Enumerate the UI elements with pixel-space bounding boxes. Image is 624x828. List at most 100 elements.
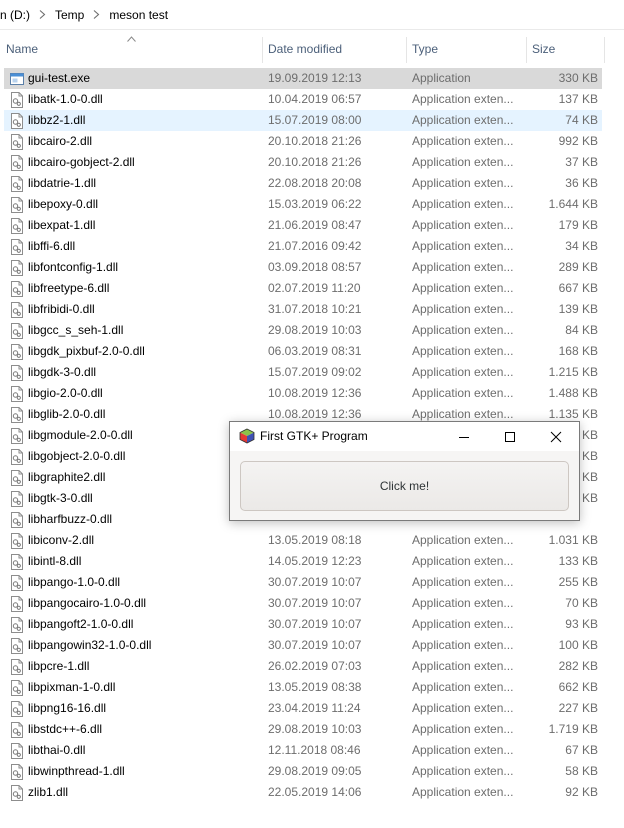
column-header-type[interactable]: Type bbox=[406, 31, 526, 67]
file-date-modified: 21.07.2016 09:42 bbox=[268, 239, 362, 253]
column-divider[interactable] bbox=[604, 37, 605, 63]
file-row[interactable]: libwinpthread-1.dll 29.08.2019 09:05 Appli… bbox=[4, 761, 602, 782]
file-size: 289 KB bbox=[558, 260, 598, 274]
dll-icon bbox=[11, 575, 23, 591]
dll-icon bbox=[11, 533, 23, 549]
chevron-right-icon[interactable] bbox=[93, 10, 100, 19]
file-row[interactable]: libffi-6.dll 21.07.2016 09:42 Application … bbox=[4, 236, 602, 257]
file-type: Application exten... bbox=[412, 785, 514, 799]
file-name: libgobject-2.0-0.dll bbox=[28, 449, 126, 463]
column-header-date[interactable]: Date modified bbox=[262, 31, 406, 67]
file-row[interactable]: libfribidi-0.dll 31.07.2018 10:21 Applicat… bbox=[4, 299, 602, 320]
file-row[interactable]: libthai-0.dll 12.11.2018 08:46 Application… bbox=[4, 740, 602, 761]
file-row[interactable]: libstdc++-6.dll 29.08.2019 10:03 Applicati… bbox=[4, 719, 602, 740]
file-row[interactable]: libcairo-2.dll 20.10.2018 21:26 Applicatio… bbox=[4, 131, 602, 152]
file-row[interactable]: libpango-1.0-0.dll 30.07.2019 10:07 Applic… bbox=[4, 572, 602, 593]
file-name: libintl-8.dll bbox=[28, 554, 82, 568]
dll-icon bbox=[11, 239, 23, 255]
file-row[interactable]: libgio-2.0-0.dll 10.08.2019 12:36 Applicat… bbox=[4, 383, 602, 404]
file-date-modified: 13.05.2019 08:18 bbox=[268, 533, 362, 547]
gtk-window[interactable]: First GTK+ Program Click me! bbox=[229, 421, 580, 521]
file-row[interactable]: libpcre-1.dll 26.02.2019 07:03 Application… bbox=[4, 656, 602, 677]
dll-icon bbox=[11, 764, 23, 780]
column-header-size[interactable]: Size bbox=[526, 31, 604, 67]
minimize-button[interactable] bbox=[441, 422, 487, 451]
file-type: Application exten... bbox=[412, 134, 514, 148]
breadcrumb-temp[interactable]: Temp bbox=[55, 8, 84, 22]
file-row[interactable]: libgdk_pixbuf-2.0-0.dll 06.03.2019 08:31 A… bbox=[4, 341, 602, 362]
file-row[interactable]: libiconv-2.dll 13.05.2019 08:18 Applicatio… bbox=[4, 530, 602, 551]
chevron-right-icon[interactable] bbox=[39, 10, 46, 19]
gtk-titlebar[interactable]: First GTK+ Program bbox=[230, 422, 579, 451]
file-name: libpng16-16.dll bbox=[28, 701, 107, 715]
file-row[interactable]: libatk-1.0-0.dll 10.04.2019 06:57 Applicat… bbox=[4, 89, 602, 110]
dll-icon bbox=[11, 785, 23, 801]
file-date-modified: 22.08.2018 20:08 bbox=[268, 176, 362, 190]
file-date-modified: 03.09.2018 08:57 bbox=[268, 260, 362, 274]
file-name: libgdk-3-0.dll bbox=[28, 365, 97, 379]
file-row[interactable]: libdatrie-1.dll 22.08.2018 20:08 Applicati… bbox=[4, 173, 602, 194]
file-size: 93 KB bbox=[565, 617, 598, 631]
file-row[interactable]: zlib1.dll 22.05.2019 14:06 Application ext… bbox=[4, 782, 602, 803]
breadcrumb-current-folder[interactable]: meson test bbox=[109, 8, 168, 22]
file-type: Application exten... bbox=[412, 617, 514, 631]
file-size: 67 KB bbox=[565, 743, 598, 757]
file-name: libgcc_s_seh-1.dll bbox=[28, 323, 124, 337]
close-button[interactable] bbox=[533, 422, 579, 451]
dll-icon bbox=[11, 302, 23, 318]
file-date-modified: 14.05.2019 12:23 bbox=[268, 554, 362, 568]
file-date-modified: 12.11.2018 08:46 bbox=[268, 743, 361, 757]
file-date-modified: 30.07.2019 10:07 bbox=[268, 617, 362, 631]
file-row[interactable]: gui-test.exe 19.09.2019 12:13 Application 3… bbox=[4, 68, 602, 89]
breadcrumb-drive[interactable]: n (D:) bbox=[0, 8, 30, 22]
file-row[interactable]: libpixman-1-0.dll 13.05.2019 08:38 Applica… bbox=[4, 677, 602, 698]
dll-icon bbox=[11, 449, 23, 465]
file-row[interactable]: libgcc_s_seh-1.dll 29.08.2019 10:03 Applic… bbox=[4, 320, 602, 341]
file-date-modified: 30.07.2019 10:07 bbox=[268, 638, 362, 652]
file-name: libcairo-gobject-2.dll bbox=[28, 155, 135, 169]
file-row[interactable]: libintl-8.dll 14.05.2019 12:23 Application… bbox=[4, 551, 602, 572]
file-name: zlib1.dll bbox=[28, 785, 69, 799]
file-name: libgmodule-2.0-0.dll bbox=[28, 428, 133, 442]
file-row[interactable]: libcairo-gobject-2.dll 20.10.2018 21:26 Ap… bbox=[4, 152, 602, 173]
file-name: libpangocairo-1.0-0.dll bbox=[28, 596, 147, 610]
dll-icon bbox=[11, 197, 23, 213]
file-row[interactable]: libbz2-1.dll 15.07.2019 08:00 Application … bbox=[4, 110, 602, 131]
dll-icon bbox=[11, 92, 23, 108]
file-date-modified: 19.09.2019 12:13 bbox=[268, 71, 362, 85]
file-row[interactable]: libfreetype-6.dll 02.07.2019 11:20 Applica… bbox=[4, 278, 602, 299]
file-size: 179 KB bbox=[558, 218, 598, 232]
file-name: libpcre-1.dll bbox=[28, 659, 90, 673]
file-size: KB bbox=[581, 470, 598, 484]
dll-icon bbox=[11, 428, 23, 444]
file-row[interactable]: libgdk-3-0.dll 15.07.2019 09:02 Applicatio… bbox=[4, 362, 602, 383]
dll-icon bbox=[11, 701, 23, 717]
file-size: 84 KB bbox=[565, 323, 598, 337]
file-size: 92 KB bbox=[565, 785, 598, 799]
file-type: Application exten... bbox=[412, 323, 514, 337]
file-date-modified: 10.08.2019 12:36 bbox=[268, 386, 362, 400]
file-row[interactable]: libepoxy-0.dll 15.03.2019 06:22 Applicatio… bbox=[4, 194, 602, 215]
file-size: 58 KB bbox=[565, 764, 598, 778]
file-size: 1.031 KB bbox=[548, 533, 598, 547]
column-header-name[interactable]: Name bbox=[0, 31, 262, 67]
file-name: libatk-1.0-0.dll bbox=[28, 92, 103, 106]
file-type: Application exten... bbox=[412, 722, 514, 736]
maximize-button[interactable] bbox=[487, 422, 533, 451]
file-row[interactable]: libpng16-16.dll 23.04.2019 11:24 Applicati… bbox=[4, 698, 602, 719]
file-row[interactable]: libpangoft2-1.0-0.dll 30.07.2019 10:07 App… bbox=[4, 614, 602, 635]
file-type: Application exten... bbox=[412, 197, 514, 211]
file-type: Application exten... bbox=[412, 680, 514, 694]
file-type: Application exten... bbox=[412, 260, 514, 274]
file-row[interactable]: libpangocairo-1.0-0.dll 30.07.2019 10:07 A… bbox=[4, 593, 602, 614]
dll-icon bbox=[11, 386, 23, 402]
file-row[interactable]: libpangowin32-1.0-0.dll 30.07.2019 10:07 A… bbox=[4, 635, 602, 656]
file-type: Application exten... bbox=[412, 533, 514, 547]
file-row[interactable]: libfontconfig-1.dll 03.09.2018 08:57 Appli… bbox=[4, 257, 602, 278]
file-size: 255 KB bbox=[558, 575, 598, 589]
file-date-modified: 29.08.2019 09:05 bbox=[268, 764, 362, 778]
file-row[interactable]: libexpat-1.dll 21.06.2019 08:47 Applicatio… bbox=[4, 215, 602, 236]
click-me-button[interactable]: Click me! bbox=[240, 461, 569, 511]
file-name: libgraphite2.dll bbox=[28, 470, 106, 484]
dll-icon bbox=[11, 155, 23, 171]
